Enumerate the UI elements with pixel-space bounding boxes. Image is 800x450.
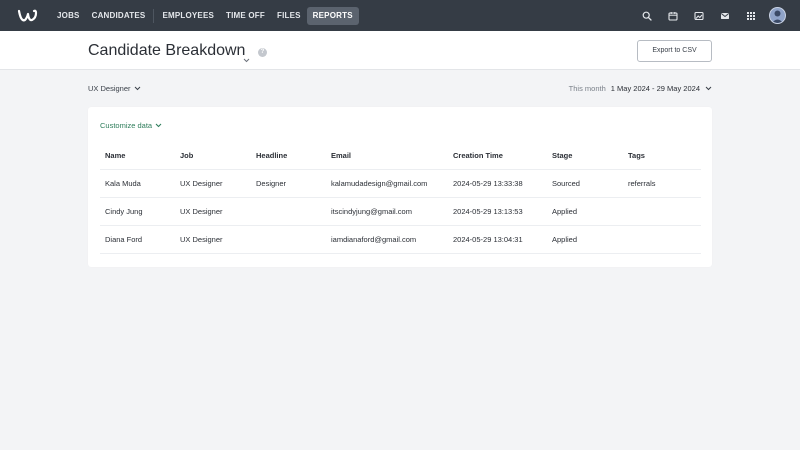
cell-job: UX Designer <box>180 235 223 244</box>
nav-icon-group <box>634 0 786 31</box>
table-row[interactable]: Diana Ford UX Designer iamdianaford@gmai… <box>100 226 701 254</box>
image-icon[interactable] <box>686 0 712 31</box>
column-header-headline[interactable]: Headline <box>256 142 287 170</box>
page-header: Candidate Breakdown ? Export to CSV <box>0 31 800 70</box>
cell-stage: Sourced <box>552 179 580 188</box>
date-period-label: This month <box>568 84 606 93</box>
nav-item-time-off[interactable]: TIME OFF <box>220 7 271 25</box>
user-avatar[interactable] <box>769 7 786 24</box>
nav-item-files[interactable]: FILES <box>271 7 307 25</box>
job-filter-label: UX Designer <box>88 84 131 93</box>
cell-creation-time: 2024-05-29 13:33:38 <box>453 179 523 188</box>
apps-grid-icon[interactable] <box>738 0 764 31</box>
help-icon[interactable]: ? <box>258 48 267 57</box>
cell-name[interactable]: Diana Ford <box>105 226 142 254</box>
cell-tags: referrals <box>628 179 656 188</box>
cell-headline: Designer <box>256 179 287 188</box>
top-nav-bar: JOBS CANDIDATES EMPLOYEES TIME OFF FILES… <box>0 0 800 31</box>
search-icon[interactable] <box>634 0 660 31</box>
cell-creation-time: 2024-05-29 13:04:31 <box>453 235 523 244</box>
nav-menu: JOBS CANDIDATES EMPLOYEES TIME OFF FILES… <box>51 0 359 31</box>
column-header-stage[interactable]: Stage <box>552 142 572 170</box>
cell-email: itscindyjung@gmail.com <box>331 207 412 216</box>
chevron-down-icon <box>155 123 162 128</box>
cell-name[interactable]: Kala Muda <box>105 170 141 198</box>
nav-item-candidates[interactable]: CANDIDATES <box>86 7 152 25</box>
column-header-email[interactable]: Email <box>331 142 351 170</box>
customize-data-label: Customize data <box>100 121 153 130</box>
chevron-down-icon <box>705 86 712 91</box>
nav-item-jobs[interactable]: JOBS <box>51 7 86 25</box>
column-header-creation-time[interactable]: Creation Time <box>453 142 503 170</box>
cell-email: iamdianaford@gmail.com <box>331 235 417 244</box>
nav-divider <box>153 8 155 23</box>
chevron-down-icon <box>134 86 140 91</box>
cell-name[interactable]: Cindy Jung <box>105 198 143 226</box>
mail-icon[interactable] <box>712 0 738 31</box>
title-dropdown-icon[interactable] <box>243 50 250 68</box>
cell-job: UX Designer <box>180 179 223 188</box>
table-row[interactable]: Kala Muda UX Designer Designer kalamudad… <box>100 170 701 198</box>
report-card: Customize data Name Job Headline Email C… <box>88 107 712 267</box>
date-range-value: 1 May 2024 - 29 May 2024 <box>610 84 700 93</box>
calendar-icon[interactable] <box>660 0 686 31</box>
workable-logo-icon[interactable] <box>17 7 42 25</box>
nav-item-reports[interactable]: REPORTS <box>306 6 359 25</box>
column-header-job[interactable]: Job <box>180 142 193 170</box>
column-header-name[interactable]: Name <box>105 142 125 170</box>
nav-item-employees[interactable]: EMPLOYEES <box>156 7 220 25</box>
cell-stage: Applied <box>552 235 578 244</box>
candidate-table: Name Job Headline Email Creation Time St… <box>100 142 701 254</box>
customize-data-button[interactable]: Customize data <box>100 121 162 130</box>
table-header-row: Name Job Headline Email Creation Time St… <box>100 142 701 170</box>
page-title: Candidate Breakdown <box>88 42 246 59</box>
table-row[interactable]: Cindy Jung UX Designer itscindyjung@gmai… <box>100 198 701 226</box>
cell-email: kalamudadesign@gmail.com <box>331 179 428 188</box>
job-filter-dropdown[interactable]: UX Designer <box>88 84 141 93</box>
cell-job: UX Designer <box>180 207 223 216</box>
column-header-tags[interactable]: Tags <box>628 142 645 170</box>
cell-stage: Applied <box>552 207 578 216</box>
date-range-dropdown[interactable]: This month 1 May 2024 - 29 May 2024 <box>569 84 712 93</box>
cell-creation-time: 2024-05-29 13:13:53 <box>453 207 523 216</box>
export-csv-button[interactable]: Export to CSV <box>637 40 712 62</box>
